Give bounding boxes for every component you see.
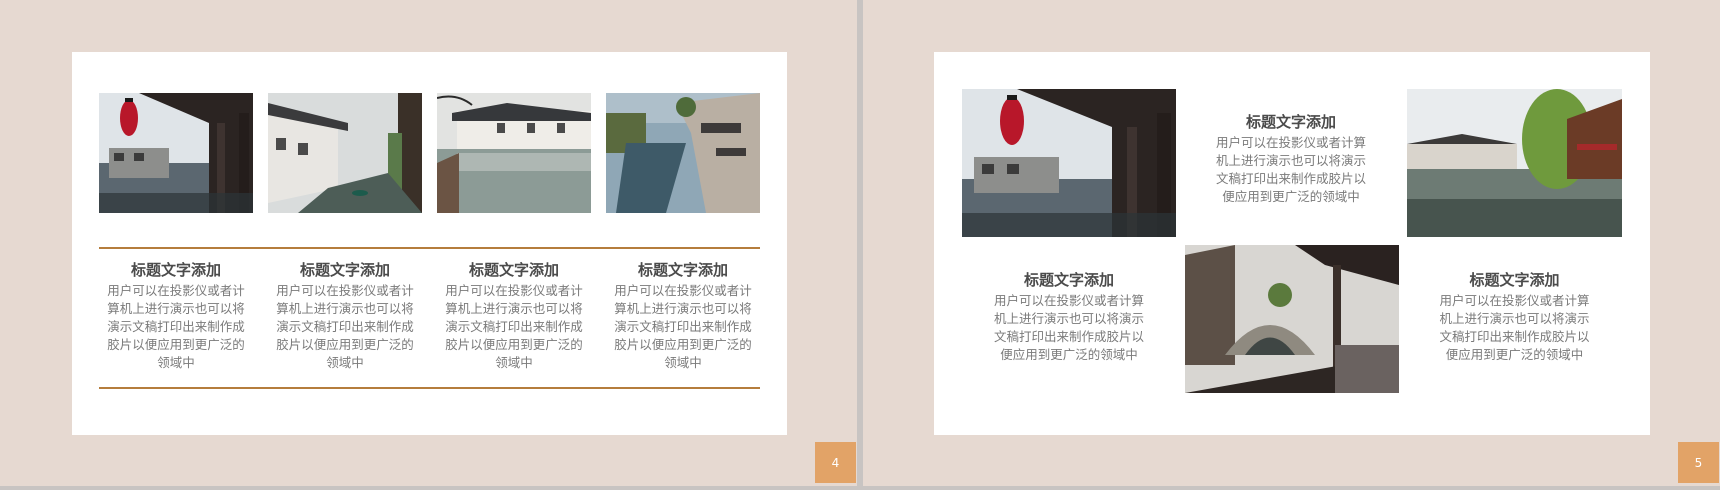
photo-willow-pavilion xyxy=(1407,89,1622,237)
photo-water-town xyxy=(606,93,760,213)
text-block-2: 标题文字添加 用户可以在投影仪或者计 算机上进行演示也可以将 演示文稿打印出来制… xyxy=(268,260,422,372)
text-block-1: 标题文字添加 用户可以在投影仪或者计 算机上进行演示也可以将 演示文稿打印出来制… xyxy=(99,260,253,372)
photo-riverside-village xyxy=(437,93,591,213)
page-number-badge: 5 xyxy=(1678,442,1719,483)
top-accent-line xyxy=(99,247,760,249)
body-line: 演示文稿打印出来制作成 xyxy=(445,319,583,334)
text-block-3: 标题文字添加 用户可以在投影仪或者计算 机上进行演示也可以将演示 文稿打印出来制… xyxy=(1407,270,1622,364)
block-body: 用户可以在投影仪或者计 算机上进行演示也可以将 演示文稿打印出来制作成 胶片以便… xyxy=(99,282,253,372)
block-body: 用户可以在投影仪或者计算 机上进行演示也可以将演示 文稿打印出来制作成胶片以 便… xyxy=(962,292,1176,364)
body-line: 机上进行演示也可以将演示 xyxy=(1439,311,1590,326)
block-body: 用户可以在投影仪或者计算 机上进行演示也可以将演示 文稿打印出来制作成胶片以 便… xyxy=(1184,134,1398,206)
body-line: 用户可以在投影仪或者计 xyxy=(614,283,752,298)
body-line: 演示文稿打印出来制作成 xyxy=(614,319,752,334)
body-line: 胶片以便应用到更广泛的 xyxy=(276,337,414,352)
block-body: 用户可以在投影仪或者计 算机上进行演示也可以将 演示文稿打印出来制作成 胶片以便… xyxy=(437,282,591,372)
slide-4[interactable]: 标题文字添加 用户可以在投影仪或者计 算机上进行演示也可以将 演示文稿打印出来制… xyxy=(0,0,857,486)
body-line: 领域中 xyxy=(664,355,702,370)
body-line: 用户可以在投影仪或者计算 xyxy=(1215,135,1366,150)
slide-card: 标题文字添加 用户可以在投影仪或者计 算机上进行演示也可以将 演示文稿打印出来制… xyxy=(72,52,787,435)
body-line: 文稿打印出来制作成胶片以 xyxy=(1215,171,1366,186)
block-title: 标题文字添加 xyxy=(130,261,221,279)
text-block-1: 标题文字添加 用户可以在投影仪或者计算 机上进行演示也可以将演示 文稿打印出来制… xyxy=(1184,112,1398,206)
body-line: 胶片以便应用到更广泛的 xyxy=(614,337,752,352)
page-number-badge: 4 xyxy=(815,442,856,483)
body-line: 机上进行演示也可以将演示 xyxy=(1215,153,1366,168)
body-line: 算机上进行演示也可以将 xyxy=(614,301,752,316)
body-line: 演示文稿打印出来制作成 xyxy=(276,319,414,334)
block-title: 标题文字添加 xyxy=(637,261,728,279)
body-line: 用户可以在投影仪或者计 xyxy=(276,283,414,298)
block-title: 标题文字添加 xyxy=(299,261,390,279)
body-line: 文稿打印出来制作成胶片以 xyxy=(993,329,1144,344)
block-body: 用户可以在投影仪或者计 算机上进行演示也可以将 演示文稿打印出来制作成 胶片以便… xyxy=(268,282,422,372)
body-line: 便应用到更广泛的领域中 xyxy=(1222,189,1360,204)
body-line: 领域中 xyxy=(326,355,364,370)
photo-stone-bridge xyxy=(1185,245,1399,393)
body-line: 用户可以在投影仪或者计 xyxy=(107,283,245,298)
slide-card: 标题文字添加 用户可以在投影仪或者计算 机上进行演示也可以将演示 文稿打印出来制… xyxy=(934,52,1650,435)
text-block-4: 标题文字添加 用户可以在投影仪或者计 算机上进行演示也可以将 演示文稿打印出来制… xyxy=(606,260,760,372)
body-line: 演示文稿打印出来制作成 xyxy=(107,319,245,334)
slide-5[interactable]: 标题文字添加 用户可以在投影仪或者计算 机上进行演示也可以将演示 文稿打印出来制… xyxy=(863,0,1720,486)
body-line: 机上进行演示也可以将演示 xyxy=(993,311,1144,326)
body-line: 胶片以便应用到更广泛的 xyxy=(107,337,245,352)
block-title: 标题文字添加 xyxy=(1469,271,1560,289)
photo-lantern-corridor xyxy=(962,89,1176,237)
body-line: 用户可以在投影仪或者计算 xyxy=(993,293,1144,308)
bottom-accent-line xyxy=(99,387,760,389)
body-line: 便应用到更广泛的领域中 xyxy=(1000,347,1138,362)
photo-lantern-corridor xyxy=(99,93,253,213)
body-line: 领域中 xyxy=(157,355,195,370)
block-title: 标题文字添加 xyxy=(468,261,559,279)
body-line: 胶片以便应用到更广泛的 xyxy=(445,337,583,352)
body-line: 领域中 xyxy=(495,355,533,370)
body-line: 算机上进行演示也可以将 xyxy=(276,301,414,316)
text-block-2: 标题文字添加 用户可以在投影仪或者计算 机上进行演示也可以将演示 文稿打印出来制… xyxy=(962,270,1176,364)
body-line: 用户可以在投影仪或者计算 xyxy=(1439,293,1590,308)
block-body: 用户可以在投影仪或者计算 机上进行演示也可以将演示 文稿打印出来制作成胶片以 便… xyxy=(1407,292,1622,364)
body-line: 便应用到更广泛的领域中 xyxy=(1445,347,1584,362)
block-body: 用户可以在投影仪或者计 算机上进行演示也可以将 演示文稿打印出来制作成 胶片以便… xyxy=(606,282,760,372)
body-line: 算机上进行演示也可以将 xyxy=(445,301,583,316)
body-line: 算机上进行演示也可以将 xyxy=(107,301,245,316)
photo-canal-houses xyxy=(268,93,422,213)
block-title: 标题文字添加 xyxy=(1023,271,1114,289)
body-line: 文稿打印出来制作成胶片以 xyxy=(1439,329,1590,344)
block-title: 标题文字添加 xyxy=(1245,113,1336,131)
text-block-3: 标题文字添加 用户可以在投影仪或者计 算机上进行演示也可以将 演示文稿打印出来制… xyxy=(437,260,591,372)
body-line: 用户可以在投影仪或者计 xyxy=(445,283,583,298)
